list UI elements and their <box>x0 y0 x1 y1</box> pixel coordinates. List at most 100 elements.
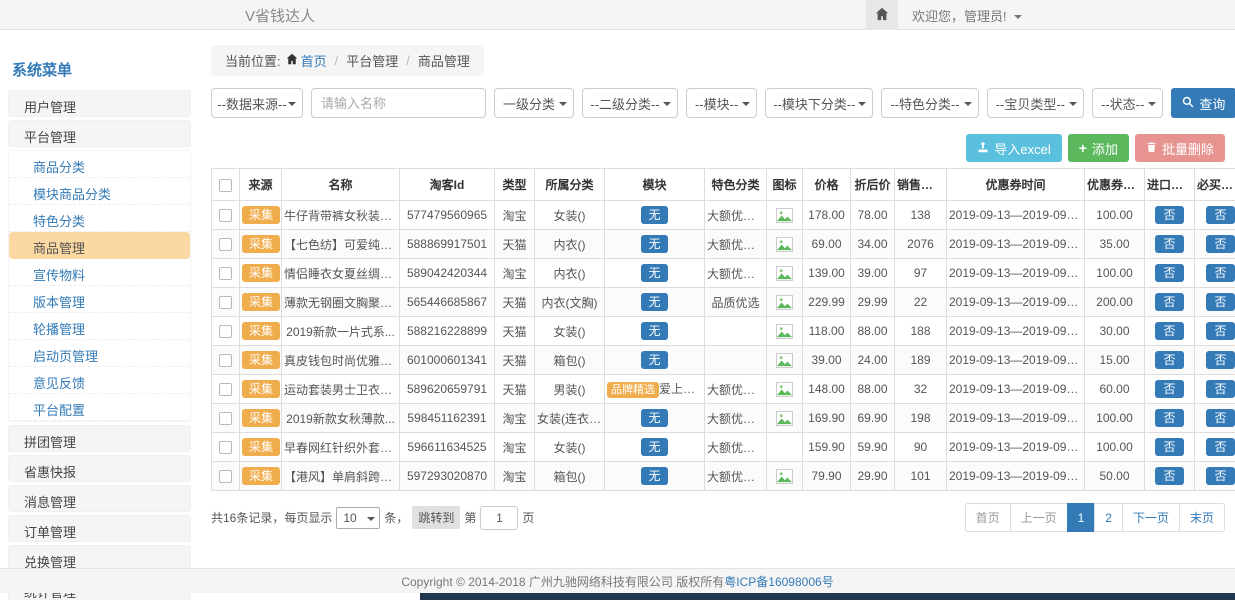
column-header-5: 模块 <box>605 169 705 201</box>
cell-taoke-id: 596611634525 <box>400 433 495 462</box>
chevron-down-icon <box>1014 15 1022 19</box>
row-checkbox[interactable] <box>219 238 232 251</box>
cell-icon <box>767 317 803 346</box>
must-buy-toggle[interactable]: 否 <box>1206 322 1234 340</box>
module-badge: 无 <box>641 293 667 311</box>
row-checkbox[interactable] <box>219 325 232 338</box>
sidebar-item-3[interactable]: 模块商品分类 <box>9 178 190 205</box>
filter-select-4[interactable]: --模块-- <box>686 88 757 118</box>
sidebar-item-10[interactable]: 意见反馈 <box>9 367 190 394</box>
filter-bar: --数据来源-- 一级分类 --二级分类-- --模块-- --模块下分类-- --特色分… <box>211 88 1225 118</box>
filter-select-8[interactable]: --状态-- <box>1092 88 1163 118</box>
table-row-1: 采集【七色纺】可爱纯棉家...588869917501天猫内衣()无大额优惠券6… <box>212 230 1235 259</box>
import-select-toggle[interactable]: 否 <box>1155 409 1183 427</box>
page-button-2[interactable]: 1 <box>1067 503 1096 532</box>
row-checkbox[interactable] <box>219 209 232 222</box>
must-buy-toggle[interactable]: 否 <box>1206 438 1234 456</box>
import-select-toggle[interactable]: 否 <box>1155 438 1183 456</box>
row-checkbox[interactable] <box>219 412 232 425</box>
import-select-toggle[interactable]: 否 <box>1155 235 1183 253</box>
must-buy-toggle[interactable]: 否 <box>1206 467 1234 485</box>
filter-select-value: --模块下分类-- <box>773 94 855 113</box>
import-excel-button[interactable]: 导入excel <box>966 134 1061 162</box>
sidebar-item-1[interactable]: 平台管理 <box>8 120 191 147</box>
cell-must-buy: 否 <box>1195 462 1235 491</box>
page-button-5[interactable]: 末页 <box>1179 503 1225 532</box>
sidebar-item-12[interactable]: 拼团管理 <box>8 425 191 452</box>
filter-select-5[interactable]: --模块下分类-- <box>765 88 873 118</box>
import-select-toggle[interactable]: 否 <box>1155 380 1183 398</box>
cell-price: 229.99 <box>803 288 851 317</box>
must-buy-toggle[interactable]: 否 <box>1206 409 1234 427</box>
user-menu[interactable]: 欢迎您，管理员! <box>912 6 1022 25</box>
must-buy-toggle[interactable]: 否 <box>1206 235 1234 253</box>
page-button-0[interactable]: 首页 <box>965 503 1011 532</box>
category: 女装(连衣裙) <box>537 412 605 426</box>
sidebar-item-14[interactable]: 消息管理 <box>8 485 191 512</box>
sidebar-item-7[interactable]: 版本管理 <box>9 286 190 313</box>
must-buy-toggle[interactable]: 否 <box>1206 293 1234 311</box>
cell-category: 女装() <box>535 433 605 462</box>
row-checkbox[interactable] <box>219 354 232 367</box>
filter-select-0[interactable]: --数据来源-- <box>211 88 303 118</box>
filter-select-3[interactable]: --二级分类-- <box>582 88 678 118</box>
breadcrumb-home-link[interactable]: 首页 <box>286 51 327 70</box>
filter-select-6[interactable]: --特色分类-- <box>881 88 978 118</box>
cell-feature: 大额优惠券 <box>705 404 767 433</box>
sidebar-item-11[interactable]: 平台配置 <box>9 394 190 421</box>
import-select-toggle[interactable]: 否 <box>1155 264 1183 282</box>
chevron-down-icon <box>1148 102 1156 106</box>
add-button[interactable]: + 添加 <box>1068 134 1129 162</box>
sidebar-item-2[interactable]: 商品分类 <box>9 151 190 178</box>
row-checkbox[interactable] <box>219 267 232 280</box>
import-select-toggle[interactable]: 否 <box>1155 467 1183 485</box>
import-select-toggle[interactable]: 否 <box>1155 293 1183 311</box>
jump-page-input[interactable] <box>480 506 518 530</box>
sidebar-item-5-active[interactable]: 商品管理 <box>9 232 190 259</box>
sidebar-item-15[interactable]: 订单管理 <box>8 515 191 542</box>
cell-icon <box>767 201 803 230</box>
taoke-id: 589620659791 <box>407 382 487 396</box>
cell-must-buy: 否 <box>1195 288 1235 317</box>
sidebar-item-6[interactable]: 宣传物料 <box>9 259 190 286</box>
chevron-down-icon <box>663 102 671 106</box>
icp-link[interactable]: 粤ICP备16098006号 <box>724 573 833 590</box>
sidebar-item-13[interactable]: 省惠快报 <box>8 455 191 482</box>
cell-checkbox <box>212 288 240 317</box>
query-button[interactable]: 查询 <box>1171 88 1235 118</box>
sidebar-item-9[interactable]: 启动页管理 <box>9 340 190 367</box>
import-select-toggle[interactable]: 否 <box>1155 322 1183 340</box>
must-buy-toggle[interactable]: 否 <box>1206 264 1234 282</box>
filter-select-2[interactable]: 一级分类 <box>494 88 574 118</box>
jump-button[interactable]: 跳转到 <box>412 506 460 529</box>
sidebar-item-label: 订单管理 <box>24 525 76 540</box>
cell-must-buy: 否 <box>1195 201 1235 230</box>
breadcrumb: 当前位置: 首页 / 平台管理 / 商品管理 <box>211 45 484 76</box>
must-buy-toggle[interactable]: 否 <box>1206 206 1234 224</box>
must-buy-toggle[interactable]: 否 <box>1206 351 1234 369</box>
filter-select-7[interactable]: --宝贝类型-- <box>987 88 1084 118</box>
row-checkbox[interactable] <box>219 296 232 309</box>
sidebar-item-4[interactable]: 特色分类 <box>9 205 190 232</box>
batch-delete-button[interactable]: 批量删除 <box>1135 134 1225 162</box>
per-page-select[interactable]: 10 <box>336 507 380 529</box>
sidebar-heading: 系统菜单 <box>8 50 191 90</box>
sidebar-item-8[interactable]: 轮播管理 <box>9 313 190 340</box>
import-select-toggle[interactable]: 否 <box>1155 351 1183 369</box>
name-search-input[interactable] <box>311 88 486 118</box>
home-button[interactable] <box>866 0 898 30</box>
select-all-checkbox[interactable] <box>219 179 232 192</box>
cell-import-select: 否 <box>1145 230 1195 259</box>
product-name: 牛仔背带裤女秋装减龄... <box>284 209 400 223</box>
page-button-1[interactable]: 上一页 <box>1010 503 1068 532</box>
sidebar-item-0[interactable]: 用户管理 <box>8 90 191 117</box>
cell-feature: 大额优惠券 <box>705 230 767 259</box>
import-select-toggle[interactable]: 否 <box>1155 206 1183 224</box>
page-button-4[interactable]: 下一页 <box>1122 503 1180 532</box>
row-checkbox[interactable] <box>219 470 232 483</box>
row-checkbox[interactable] <box>219 383 232 396</box>
page-button-3[interactable]: 2 <box>1094 503 1123 532</box>
must-buy-toggle[interactable]: 否 <box>1206 380 1234 398</box>
row-checkbox[interactable] <box>219 441 232 454</box>
cell-module: 品牌精选爱上运动 <box>605 375 705 404</box>
